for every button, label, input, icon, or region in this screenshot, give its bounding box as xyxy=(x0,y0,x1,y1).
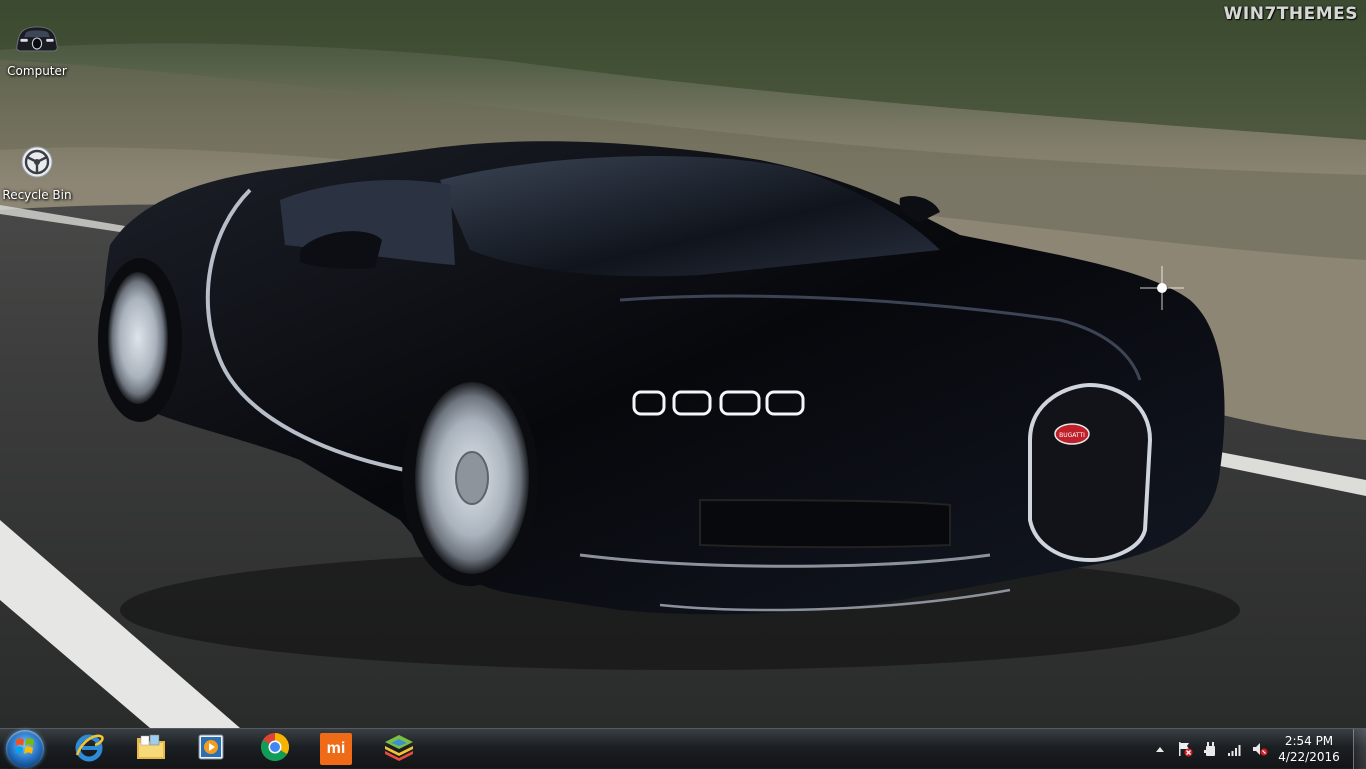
desktop-wallpaper: BUGATTI WIN7THEMES xyxy=(0,0,1366,728)
steering-wheel-icon xyxy=(13,138,61,186)
power-icon[interactable] xyxy=(1202,741,1218,757)
folder-explorer-icon xyxy=(135,732,167,767)
desktop-icon-label: Recycle Bin xyxy=(2,188,72,202)
bluestacks-icon xyxy=(383,733,415,766)
taskbar: mi 2:54 PM 4/22/2016 xyxy=(0,728,1366,769)
taskbar-bluestacks[interactable] xyxy=(369,729,429,769)
show-hidden-icons-arrow[interactable] xyxy=(1152,741,1168,757)
taskbar-windows-explorer[interactable] xyxy=(121,729,181,769)
desktop-icon-recycle-bin[interactable]: Recycle Bin xyxy=(0,138,74,202)
system-tray xyxy=(1152,729,1268,769)
internet-explorer-icon xyxy=(73,731,105,768)
network-signal-icon[interactable] xyxy=(1227,741,1243,757)
bugatti-chiron-wallpaper: BUGATTI xyxy=(0,0,1366,728)
taskbar-media-player[interactable] xyxy=(181,729,241,769)
taskbar-google-chrome[interactable] xyxy=(245,729,305,769)
clock-date: 4/22/2016 xyxy=(1278,750,1340,764)
mi-icon: mi xyxy=(320,733,352,765)
windows-logo-icon xyxy=(14,736,36,763)
desktop-icon-label: Computer xyxy=(7,64,67,78)
win7themes-watermark: WIN7THEMES xyxy=(1223,4,1358,24)
bugatti-badge: BUGATTI xyxy=(1059,432,1085,439)
taskbar-clock[interactable]: 2:54 PM 4/22/2016 xyxy=(1272,733,1346,765)
action-center-flag-icon[interactable] xyxy=(1177,741,1193,757)
clock-time: 2:54 PM xyxy=(1284,734,1334,748)
start-button[interactable] xyxy=(6,730,44,768)
desktop-icon-computer[interactable]: Computer xyxy=(0,14,74,78)
taskbar-mi[interactable]: mi xyxy=(306,729,366,769)
volume-muted-icon[interactable] xyxy=(1252,741,1268,757)
car-icon xyxy=(13,14,61,62)
media-player-icon xyxy=(196,732,226,767)
chrome-icon xyxy=(259,731,291,768)
show-desktop-button[interactable] xyxy=(1353,729,1366,769)
taskbar-internet-explorer[interactable] xyxy=(59,729,119,769)
